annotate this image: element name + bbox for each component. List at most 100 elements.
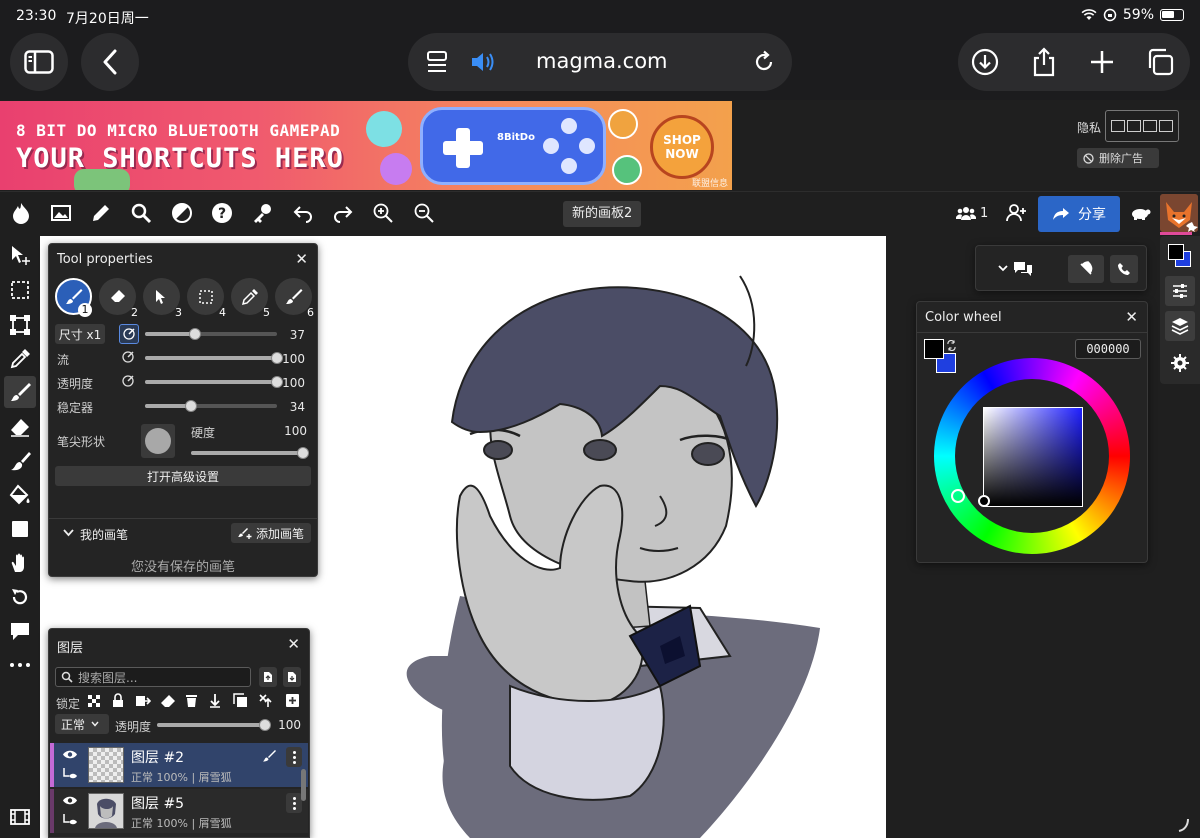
chat-icon[interactable] <box>1013 260 1033 277</box>
address-bar[interactable]: magma.com <box>408 33 792 91</box>
hand-tool-icon[interactable] <box>9 552 31 574</box>
close-icon[interactable]: ✕ <box>1125 308 1138 326</box>
tip-shape-picker[interactable] <box>141 424 175 458</box>
reload-icon[interactable] <box>752 50 776 74</box>
download-icon[interactable] <box>970 47 1000 77</box>
tabs-overview-icon[interactable] <box>1145 47 1175 77</box>
blend-mode-select[interactable]: 正常 <box>55 714 109 734</box>
brush-slot-5[interactable]: 5 <box>231 278 270 319</box>
chevron-down-icon[interactable] <box>998 265 1008 272</box>
layer-row[interactable]: 图层 #5 正常 100% | 屑雪狐 <box>50 789 308 833</box>
hardness-slider[interactable] <box>191 447 309 459</box>
swap-layers-icon[interactable] <box>258 693 276 708</box>
smudge-tool-icon[interactable] <box>9 450 31 472</box>
ad-shop-now-button[interactable]: SHOP NOW <box>650 115 714 179</box>
comment-tool-icon[interactable] <box>9 620 31 642</box>
key-icon[interactable] <box>251 202 273 224</box>
help-icon[interactable]: ? <box>211 202 233 224</box>
sidebar-toggle-button[interactable] <box>10 33 68 91</box>
new-tab-icon[interactable] <box>1087 47 1117 77</box>
size-slider[interactable] <box>145 328 277 340</box>
hue-handle[interactable] <box>951 489 965 503</box>
close-icon[interactable]: ✕ <box>295 250 308 268</box>
layer-opacity-slider[interactable] <box>157 719 271 731</box>
brush-tool-icon[interactable] <box>9 381 31 403</box>
primary-color-swatch[interactable] <box>924 339 944 359</box>
rotate-view-icon[interactable] <box>9 586 31 608</box>
layout-option-icon[interactable] <box>1111 120 1125 132</box>
eraser-tool-icon[interactable] <box>9 416 31 438</box>
magma-logo-icon[interactable] <box>10 202 32 224</box>
call-button[interactable] <box>1110 255 1138 283</box>
pressure-icon[interactable] <box>122 351 134 363</box>
adjustments-panel-toggle[interactable] <box>1165 276 1195 306</box>
board-name[interactable]: 新的画板2 <box>563 201 642 227</box>
size-pressure-toggle[interactable] <box>119 324 139 344</box>
zoom-in-icon[interactable] <box>372 202 394 224</box>
import-layer-button[interactable] <box>259 667 277 687</box>
saturation-value-square[interactable] <box>983 407 1083 507</box>
layer-menu-button[interactable] <box>286 793 302 813</box>
layer-search[interactable]: 搜索图层... <box>55 667 251 687</box>
zoom-out-icon[interactable] <box>413 202 435 224</box>
shape-tool-icon[interactable] <box>9 518 31 540</box>
open-advanced-settings-button[interactable]: 打开高级设置 <box>55 466 311 486</box>
move-tool-icon[interactable] <box>9 244 31 266</box>
layer-link-icon[interactable] <box>62 767 78 781</box>
eyedropper-tool-icon[interactable] <box>9 348 31 370</box>
brush-slot-6[interactable]: 6 <box>275 278 314 319</box>
chevron-down-icon[interactable] <box>63 529 74 537</box>
close-icon[interactable]: ✕ <box>287 635 300 653</box>
speaker-icon[interactable] <box>470 51 496 73</box>
layer-menu-button[interactable] <box>286 747 302 767</box>
back-button[interactable] <box>81 33 139 91</box>
ad-banner[interactable]: 8 BIT DO MICRO BLUETOOTH GAMEPAD YOUR SH… <box>0 101 732 190</box>
adjust-icon[interactable] <box>171 202 193 224</box>
flow-slider[interactable] <box>145 352 283 364</box>
clear-layer-icon[interactable] <box>160 694 176 708</box>
undo-icon[interactable] <box>292 202 314 224</box>
lock-transparency-icon[interactable] <box>87 694 101 708</box>
marquee-tool-icon[interactable] <box>9 279 31 301</box>
film-strip-icon[interactable] <box>9 806 31 828</box>
transform-tool-icon[interactable] <box>9 314 31 336</box>
brush-slot-3[interactable]: 3 <box>143 278 182 319</box>
reader-icon[interactable] <box>426 50 448 74</box>
layout-option-icon[interactable] <box>1159 120 1173 132</box>
size-multiplier-button[interactable]: 尺寸 x1 <box>55 324 105 344</box>
my-brushes-label[interactable]: 我的画笔 <box>80 526 128 543</box>
eye-icon[interactable] <box>62 749 78 760</box>
add-brush-button[interactable]: 添加画笔 <box>231 523 311 543</box>
trash-icon[interactable] <box>185 693 198 708</box>
ad-info-link[interactable]: 联盟信息 <box>692 176 728 189</box>
remove-ads-button[interactable]: 删除广告 <box>1077 148 1159 168</box>
layout-option-icon[interactable] <box>1127 120 1141 132</box>
redo-icon[interactable] <box>332 202 354 224</box>
add-user-icon[interactable] <box>1005 202 1027 224</box>
layers-panel-toggle[interactable] <box>1165 311 1195 341</box>
brush-slot-1[interactable]: 1 <box>55 278 92 317</box>
duplicate-layer-icon[interactable] <box>233 693 248 708</box>
opacity-slider[interactable] <box>145 376 283 388</box>
online-users[interactable]: 1 <box>956 205 988 221</box>
layer-row[interactable]: 图层 #2 正常 100% | 屑雪狐 <box>50 743 308 787</box>
search-icon[interactable] <box>130 202 152 224</box>
brush-slot-2[interactable]: 2 <box>99 278 138 319</box>
swap-colors-icon[interactable] <box>946 340 957 351</box>
ad-layout-options[interactable] <box>1105 110 1179 142</box>
stabilizer-slider[interactable] <box>145 400 277 412</box>
avatar[interactable] <box>1160 194 1198 232</box>
hex-input[interactable]: 000000 <box>1075 339 1141 359</box>
eye-icon[interactable] <box>62 795 78 806</box>
turtle-icon[interactable] <box>1129 202 1151 224</box>
pressure-icon[interactable] <box>122 375 134 387</box>
share-button[interactable]: 分享 <box>1038 196 1120 232</box>
merge-down-icon[interactable] <box>209 693 221 708</box>
color-handle[interactable] <box>978 495 990 507</box>
gear-icon[interactable] <box>1171 354 1189 372</box>
pencil-icon[interactable] <box>90 202 112 224</box>
mute-call-button[interactable] <box>1068 255 1104 283</box>
brush-slot-4[interactable]: 4 <box>187 278 226 319</box>
more-tools-icon[interactable] <box>9 654 31 676</box>
resize-handle-icon[interactable] <box>1178 818 1190 832</box>
